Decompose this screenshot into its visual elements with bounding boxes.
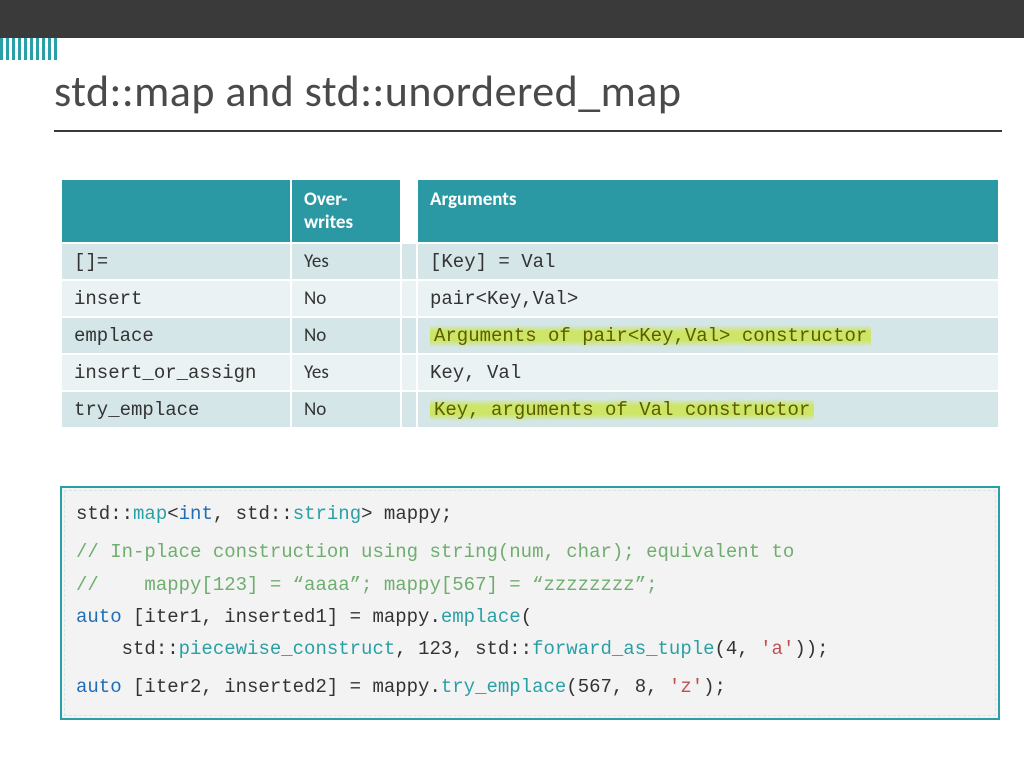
cell-method: []= bbox=[61, 243, 291, 280]
cell-method: emplace bbox=[61, 317, 291, 354]
code-line-2: // In-place construction using string(nu… bbox=[76, 536, 984, 568]
cell-method: try_emplace bbox=[61, 391, 291, 428]
accent-strip bbox=[0, 38, 60, 60]
table-header-row: Over- writes Arguments bbox=[61, 179, 999, 243]
title-area: std::map and std::unordered_map bbox=[54, 64, 1002, 132]
code-line-6: auto [iter2, inserted2] = mappy.try_empl… bbox=[76, 671, 984, 703]
cell-spacer bbox=[401, 243, 417, 280]
top-bar bbox=[0, 0, 1024, 38]
code-line-1: std::map<int, std::string> mappy; bbox=[76, 498, 984, 530]
table-row: emplace No Arguments of pair<Key,Val> co… bbox=[61, 317, 999, 354]
table-row: []= Yes [Key] = Val bbox=[61, 243, 999, 280]
table-body: []= Yes [Key] = Val insert No pair<Key,V… bbox=[61, 243, 999, 428]
cell-spacer bbox=[401, 354, 417, 391]
code-line-5: std::piecewise_construct, 123, std::forw… bbox=[76, 633, 984, 665]
cell-overwrites: No bbox=[291, 391, 401, 428]
col-arguments: Arguments bbox=[417, 179, 999, 243]
cell-spacer bbox=[401, 391, 417, 428]
slide: std::map and std::unordered_map Over- wr… bbox=[0, 0, 1024, 768]
cell-overwrites: Yes bbox=[291, 354, 401, 391]
cell-spacer bbox=[401, 280, 417, 317]
col-method bbox=[61, 179, 291, 243]
highlight: Arguments of pair<Key,Val> constructor bbox=[430, 325, 871, 347]
methods-table: Over- writes Arguments []= Yes [Key] = V… bbox=[60, 178, 1000, 429]
cell-overwrites: No bbox=[291, 317, 401, 354]
cell-arguments: pair<Key,Val> bbox=[417, 280, 999, 317]
cell-arguments: Arguments of pair<Key,Val> constructor bbox=[417, 317, 999, 354]
code-line-3: // mappy[123] = “aaaa”; mappy[567] = “zz… bbox=[76, 569, 984, 601]
table-row: insert No pair<Key,Val> bbox=[61, 280, 999, 317]
highlight: Key, arguments of Val constructor bbox=[430, 399, 814, 421]
table-row: try_emplace No Key, arguments of Val con… bbox=[61, 391, 999, 428]
cell-overwrites: Yes bbox=[291, 243, 401, 280]
title-rule bbox=[54, 130, 1002, 132]
cell-arguments: Key, arguments of Val constructor bbox=[417, 391, 999, 428]
code-box: std::map<int, std::string> mappy; // In-… bbox=[60, 486, 1000, 720]
code-line-4: auto [iter1, inserted1] = mappy.emplace( bbox=[76, 601, 984, 633]
slide-title: std::map and std::unordered_map bbox=[54, 64, 1002, 124]
cell-arguments: Key, Val bbox=[417, 354, 999, 391]
cell-overwrites: No bbox=[291, 280, 401, 317]
cell-method: insert bbox=[61, 280, 291, 317]
cell-spacer bbox=[401, 317, 417, 354]
cell-arguments: [Key] = Val bbox=[417, 243, 999, 280]
col-spacer bbox=[401, 179, 417, 243]
col-overwrites: Over- writes bbox=[291, 179, 401, 243]
table-row: insert_or_assign Yes Key, Val bbox=[61, 354, 999, 391]
cell-method: insert_or_assign bbox=[61, 354, 291, 391]
